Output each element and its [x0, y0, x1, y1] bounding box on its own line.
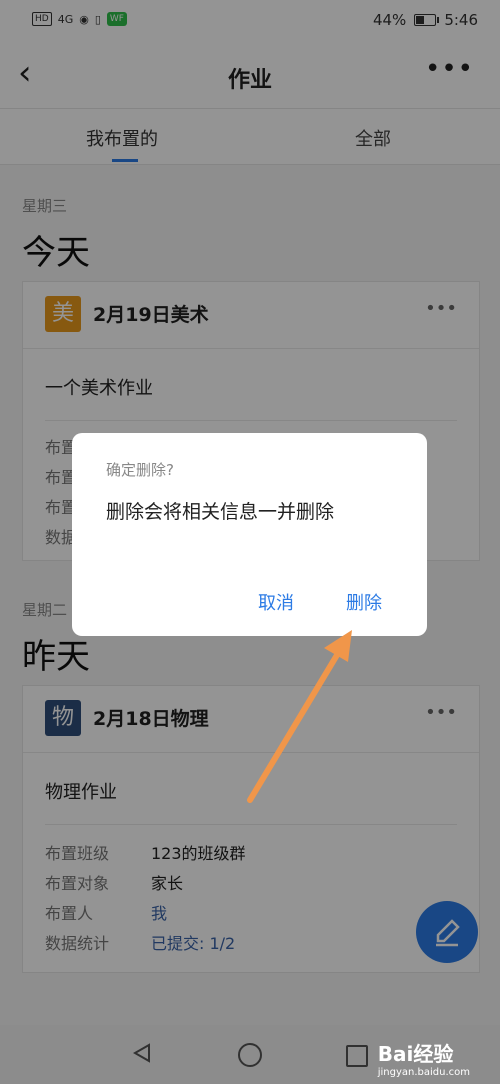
- watermark-text: Bai经验: [377, 1042, 454, 1066]
- annotation-arrow: [247, 630, 352, 803]
- watermark-sub: jingyan.baidu.com: [377, 1067, 470, 1078]
- arrow-shaft: [247, 647, 343, 803]
- baidu-watermark: Bai经验 jingyan.baidu.com: [378, 1038, 470, 1078]
